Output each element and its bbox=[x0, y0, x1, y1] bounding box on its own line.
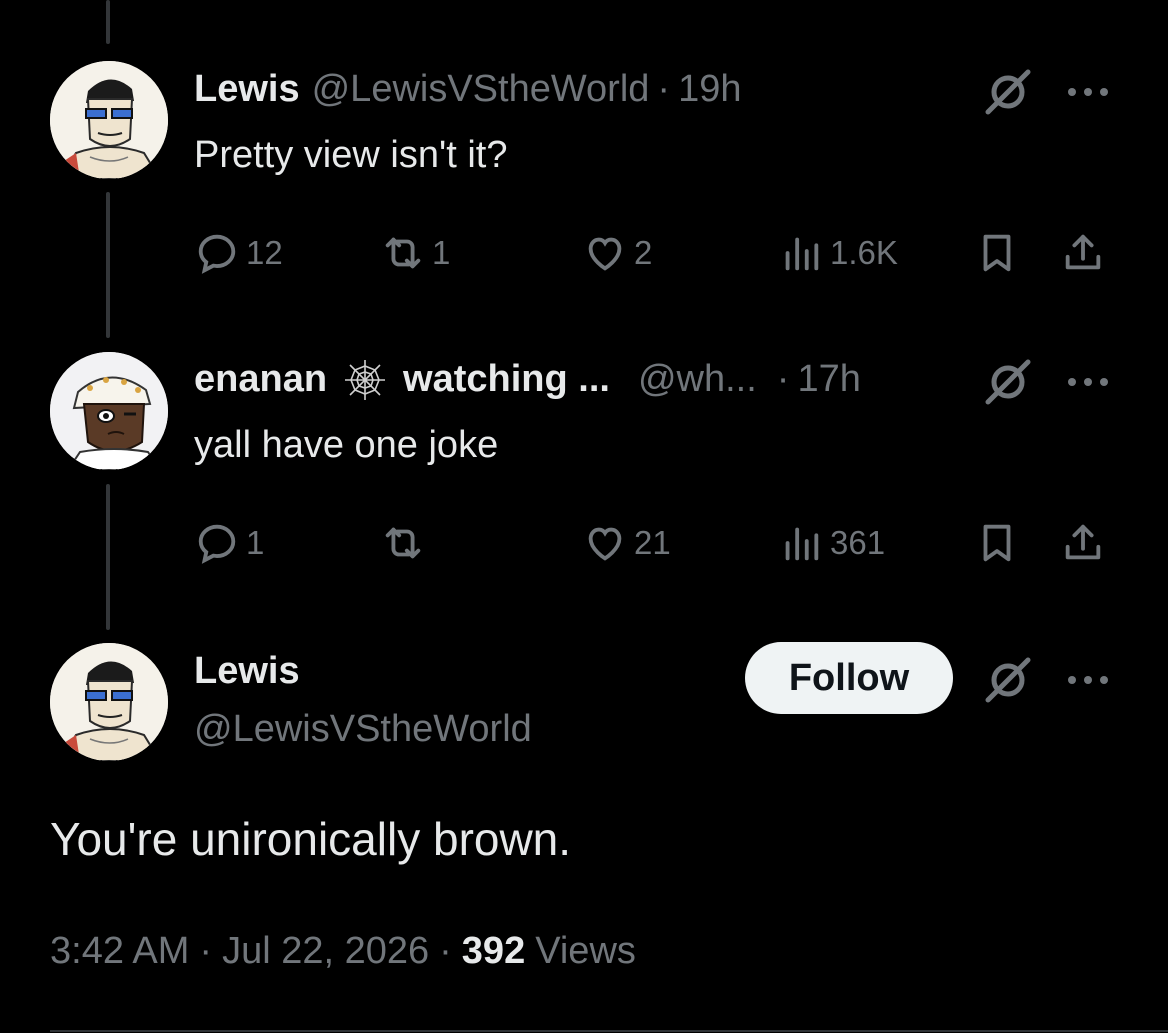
grok-icon[interactable] bbox=[982, 66, 1034, 118]
reply-count: 1 bbox=[246, 524, 265, 561]
more-icon[interactable] bbox=[1065, 670, 1111, 690]
avatar[interactable] bbox=[50, 61, 168, 179]
heart-icon bbox=[588, 237, 622, 271]
grok-icon[interactable] bbox=[982, 654, 1034, 706]
share-button[interactable] bbox=[1060, 520, 1106, 566]
like-count: 2 bbox=[634, 234, 653, 271]
views-count: 1.6K bbox=[830, 234, 898, 271]
bookmark-button[interactable] bbox=[974, 230, 1020, 276]
divider bbox=[50, 1030, 1168, 1032]
repost-button[interactable] bbox=[380, 520, 432, 566]
author-name[interactable]: Lewis bbox=[194, 68, 300, 111]
action-bar: 12 1 2 1.6K bbox=[194, 230, 1114, 280]
avatar[interactable] bbox=[50, 643, 168, 761]
views-label: Views bbox=[535, 930, 636, 972]
avatar[interactable] bbox=[50, 352, 168, 470]
author-handle[interactable]: @LewisVStheWorld bbox=[312, 68, 650, 111]
thread-line-2 bbox=[106, 484, 110, 630]
reply2-header: enanan watching ... @wh... · 17h bbox=[194, 358, 861, 402]
reply-button[interactable]: 1 bbox=[194, 520, 264, 566]
bookmark-icon bbox=[983, 234, 1011, 272]
bookmark-button[interactable] bbox=[974, 520, 1020, 566]
spiderweb-icon bbox=[345, 360, 386, 400]
post-text: Pretty view isn't it? bbox=[194, 134, 508, 176]
repost-icon bbox=[385, 527, 421, 559]
repost-count: 1 bbox=[432, 234, 451, 271]
author-handle[interactable]: @wh... bbox=[638, 358, 757, 401]
reply-icon bbox=[198, 524, 236, 564]
author-display-suffix[interactable]: watching ... bbox=[403, 358, 610, 401]
heart-icon bbox=[588, 527, 622, 561]
separator: · bbox=[439, 930, 452, 972]
like-count: 21 bbox=[634, 524, 671, 561]
analytics-icon bbox=[785, 527, 819, 561]
like-button[interactable]: 2 bbox=[582, 230, 652, 276]
post-text: You're unironically brown. bbox=[50, 813, 572, 865]
post-text: yall have one joke bbox=[194, 424, 499, 466]
post-meta: 3:42 AM · Jul 22, 2026 · 392 Views bbox=[50, 930, 636, 973]
thread-line-top bbox=[106, 0, 110, 44]
analytics-icon bbox=[785, 237, 819, 271]
more-icon[interactable] bbox=[1065, 372, 1111, 392]
reply1-header: Lewis @LewisVStheWorld · 19h bbox=[194, 68, 741, 111]
repost-button[interactable]: 1 bbox=[380, 230, 450, 276]
repost-icon bbox=[385, 237, 421, 269]
share-icon bbox=[1065, 234, 1101, 270]
action-bar: 1 21 361 bbox=[194, 520, 1114, 570]
post-date[interactable]: Jul 22, 2026 bbox=[222, 930, 429, 973]
author-handle[interactable]: @LewisVStheWorld bbox=[194, 708, 532, 751]
more-icon[interactable] bbox=[1065, 82, 1111, 102]
separator: · bbox=[199, 930, 213, 972]
author-name[interactable]: Lewis bbox=[194, 650, 300, 693]
separator: · bbox=[776, 358, 790, 400]
views-count: 361 bbox=[830, 524, 886, 561]
bookmark-icon bbox=[983, 524, 1011, 562]
post-time[interactable]: 3:42 AM bbox=[50, 930, 189, 973]
views-button[interactable]: 361 bbox=[778, 520, 885, 566]
share-button[interactable] bbox=[1060, 230, 1106, 276]
post-time[interactable]: 17h bbox=[797, 358, 860, 401]
reply-count: 12 bbox=[246, 234, 283, 271]
views-count: 392 bbox=[461, 930, 526, 972]
views-button[interactable]: 1.6K bbox=[778, 230, 898, 276]
author-name[interactable]: enanan bbox=[194, 358, 327, 401]
reply-button[interactable]: 12 bbox=[194, 230, 283, 276]
follow-button[interactable]: Follow bbox=[745, 642, 953, 714]
reply-icon bbox=[198, 234, 236, 274]
separator: · bbox=[657, 68, 671, 110]
grok-icon[interactable] bbox=[982, 356, 1034, 408]
thread-line-1 bbox=[106, 192, 110, 338]
share-icon bbox=[1065, 524, 1101, 560]
like-button[interactable]: 21 bbox=[582, 520, 671, 566]
post-time[interactable]: 19h bbox=[678, 68, 741, 111]
